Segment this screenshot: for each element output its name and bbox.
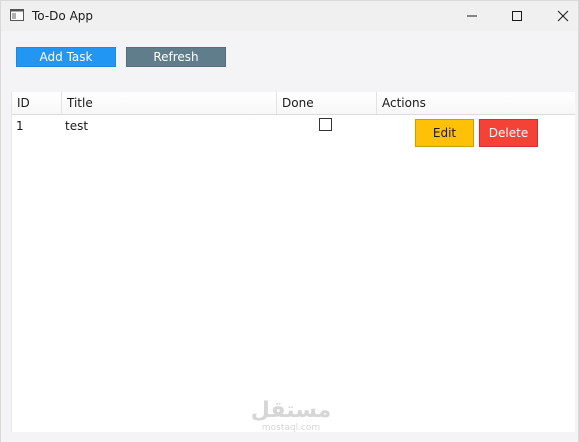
client-area: Add Task Refresh ID Title Done Actions 1… (1, 31, 578, 442)
maximize-icon (512, 11, 522, 21)
column-header-title[interactable]: Title (62, 92, 277, 114)
cell-id: 1 (16, 119, 24, 133)
column-header-actions[interactable]: Actions (377, 92, 575, 114)
add-task-button[interactable]: Add Task (16, 47, 116, 67)
app-window-icon (10, 9, 24, 21)
watermark: مستقل mostaql.com (246, 398, 336, 434)
minimize-icon (467, 15, 477, 17)
watermark-url: mostaql.com (261, 423, 321, 433)
cell-title: test (65, 119, 89, 133)
minimize-button[interactable] (449, 1, 495, 31)
edit-button[interactable]: Edit (415, 119, 474, 147)
done-checkbox[interactable] (319, 118, 332, 131)
close-icon (557, 10, 569, 22)
refresh-button[interactable]: Refresh (126, 47, 226, 67)
tasks-grid[interactable]: ID Title Done Actions 1 test Edit Delete (11, 92, 575, 432)
title-bar[interactable]: To-Do App (1, 1, 578, 31)
watermark-logo-text: مستقل (250, 398, 332, 423)
delete-button[interactable]: Delete (479, 119, 538, 147)
close-button[interactable] (540, 1, 579, 31)
table-row[interactable]: 1 test Edit Delete (12, 115, 575, 149)
column-header-id[interactable]: ID (12, 92, 62, 114)
app-window: To-Do App Add Task Refresh ID Title Done… (0, 0, 579, 442)
grid-header: ID Title Done Actions (12, 92, 575, 115)
maximize-button[interactable] (494, 1, 540, 31)
window-title: To-Do App (32, 9, 94, 23)
column-header-done[interactable]: Done (277, 92, 377, 114)
